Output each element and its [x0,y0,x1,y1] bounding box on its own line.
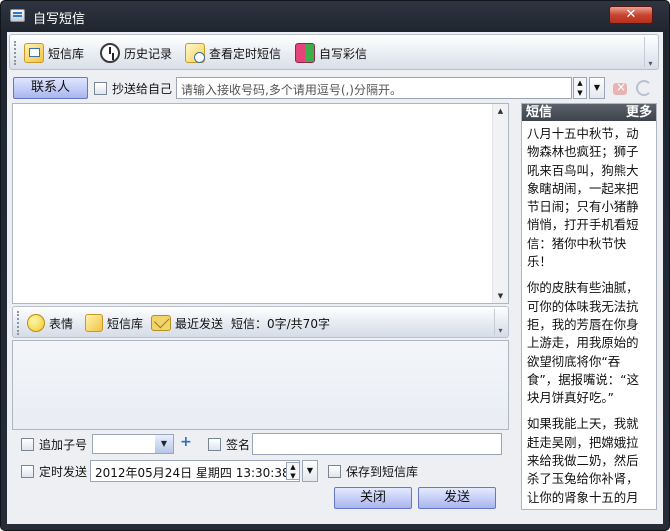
character-count-text: 短信：0字/共70字 [231,316,330,331]
toolbar-item-label: 短信库 [48,46,85,61]
save-to-library-checkbox-group[interactable]: 保存到短信库 [328,463,418,480]
toolbar-item-label: 自写彩信 [319,46,368,61]
message-textarea[interactable]: ▲ ▼ [12,103,509,304]
recent-sent-button[interactable]: 最近发送 [151,313,223,333]
recent-label: 最近发送 [175,316,224,331]
datetime-dropdown-button[interactable]: ▼ [302,460,318,482]
sign-label: 签名 [226,438,251,452]
smiley-icon [27,314,45,332]
datetime-spinner[interactable]: ▲ ▼ [286,462,300,480]
recipient-spinner[interactable]: ▲ ▼ [573,77,587,99]
message-scrollbar[interactable]: ▲ ▼ [492,104,508,303]
suggestions-header: 短信 更多 [522,104,656,121]
title-bar[interactable]: 自写短信 ✕ [1,1,669,31]
toolbar-grip[interactable] [14,41,17,65]
toolbar-sms-library-button[interactable]: 短信库 [24,42,84,64]
subno-checkbox-group[interactable]: 追加子号 [21,436,87,453]
close-icon: ✕ [625,7,637,22]
sms-suggestion[interactable]: 如果我能上天，我就赶走吴刚，把嫦娥拉来给我做二奶，然后杀了玉兔给你补肾，让你的肾… [522,411,656,509]
close-button[interactable]: 关闭 [334,487,412,509]
sms-suggestion[interactable]: 你的皮肤有些油腻，可你的体味我无法抗拒，我的芳唇在你身上游走，用我原始的欲望彻底… [522,275,656,407]
add-icon[interactable]: + [180,434,192,450]
send-options: 追加子号 ▼ + 签名 定时发送 2012年05月24日 星期四 13:30:3… [12,431,509,521]
sign-checkbox-group[interactable]: 签名 [208,436,250,453]
cc-self-checkbox-group[interactable]: 抄送给自己 [94,80,172,97]
recipient-dropdown-button[interactable]: ▼ [589,77,605,99]
signature-input[interactable] [252,433,502,455]
recipient-input[interactable]: 请输入接收号码,多个请用逗号(,)分隔开。 [176,77,572,99]
mms-icon [295,43,315,63]
datetime-picker[interactable]: 2012年05月24日 星期四 13:30:38 [90,460,300,482]
envelope-icon [151,315,171,331]
recipient-row: 联系人 抄送给自己 请输入接收号码,多个请用逗号(,)分隔开。 ▲ ▼ ▼ [7,75,663,101]
toolbar-scheduled-sms-button[interactable]: 查看定时短信 [185,42,281,64]
contacts-button[interactable]: 联系人 [13,77,88,99]
suggestions-title: 短信 [526,105,553,120]
emoji-label: 表情 [49,316,74,331]
save-to-library-checkbox[interactable] [328,465,341,478]
cc-self-label: 抄送给自己 [112,82,173,96]
sms-library-icon [85,314,103,332]
character-count: 短信：0字/共70字 [231,313,330,333]
toolbar-item-label: 历史记录 [124,46,173,61]
toolbar-item-label: 查看定时短信 [209,46,282,61]
toolbar-overflow-chevron[interactable]: ▾ [494,309,506,335]
emoji-button[interactable]: 表情 [27,313,73,333]
scheduled-checkbox-group[interactable]: 定时发送 [21,463,87,480]
sms-library-icon [24,43,44,63]
message-library-button[interactable]: 短信库 [85,313,143,333]
clock-icon [100,43,120,63]
toolbar-mms-button[interactable]: 自写彩信 [295,42,367,64]
refresh-icon[interactable] [636,80,652,96]
more-link[interactable]: 更多 [626,104,652,121]
scroll-up-arrow-icon[interactable]: ▲ [495,107,506,115]
subno-checkbox[interactable] [21,438,34,451]
send-button[interactable]: 发送 [418,487,496,509]
main-toolbar: 短信库 历史记录 查看定时短信 自写彩信 ▾ [9,34,659,70]
library-label: 短信库 [107,316,144,331]
sms-compose-window: 自写短信 ✕ 短信库 历史记录 查看定时短信 自写彩信 ▾ 联系人 抄送给自己 … [0,0,670,531]
sign-checkbox[interactable] [208,438,221,451]
app-icon [10,9,25,22]
subno-label: 追加子号 [39,438,88,452]
toolbar-overflow-chevron[interactable]: ▾ [644,37,656,68]
sms-suggestion[interactable]: 八月十五中秋节，动物森林也疯狂；狮子吼来百鸟叫，狗熊大象瞎胡闹，一起来把节日闹；… [522,121,656,271]
chevron-down-icon[interactable]: ▼ [155,435,173,453]
timer-icon [185,43,205,63]
subno-select[interactable]: ▼ [92,434,174,454]
toolbar-grip[interactable] [17,311,20,335]
close-window-button[interactable]: ✕ [609,6,653,24]
client-area: 短信库 历史记录 查看定时短信 自写彩信 ▾ 联系人 抄送给自己 请输入接收号码 [7,32,663,524]
window-title: 自写短信 [33,12,86,27]
cc-self-checkbox[interactable] [94,82,107,95]
scroll-down-arrow-icon[interactable]: ▼ [495,292,506,300]
save-to-library-label: 保存到短信库 [346,465,419,479]
delete-icon[interactable] [613,80,627,95]
message-toolbar: 表情 短信库 最近发送 短信：0字/共70字 ▾ [12,306,509,338]
toolbar-history-button[interactable]: 历史记录 [100,42,172,64]
scheduled-checkbox[interactable] [21,465,34,478]
scheduled-label: 定时发送 [39,465,88,479]
sms-suggestions-panel: 短信 更多 八月十五中秋节，动物森林也疯狂；狮子吼来百鸟叫，狗熊大象瞎胡闹，一起… [521,103,657,510]
preview-area[interactable] [12,340,509,430]
